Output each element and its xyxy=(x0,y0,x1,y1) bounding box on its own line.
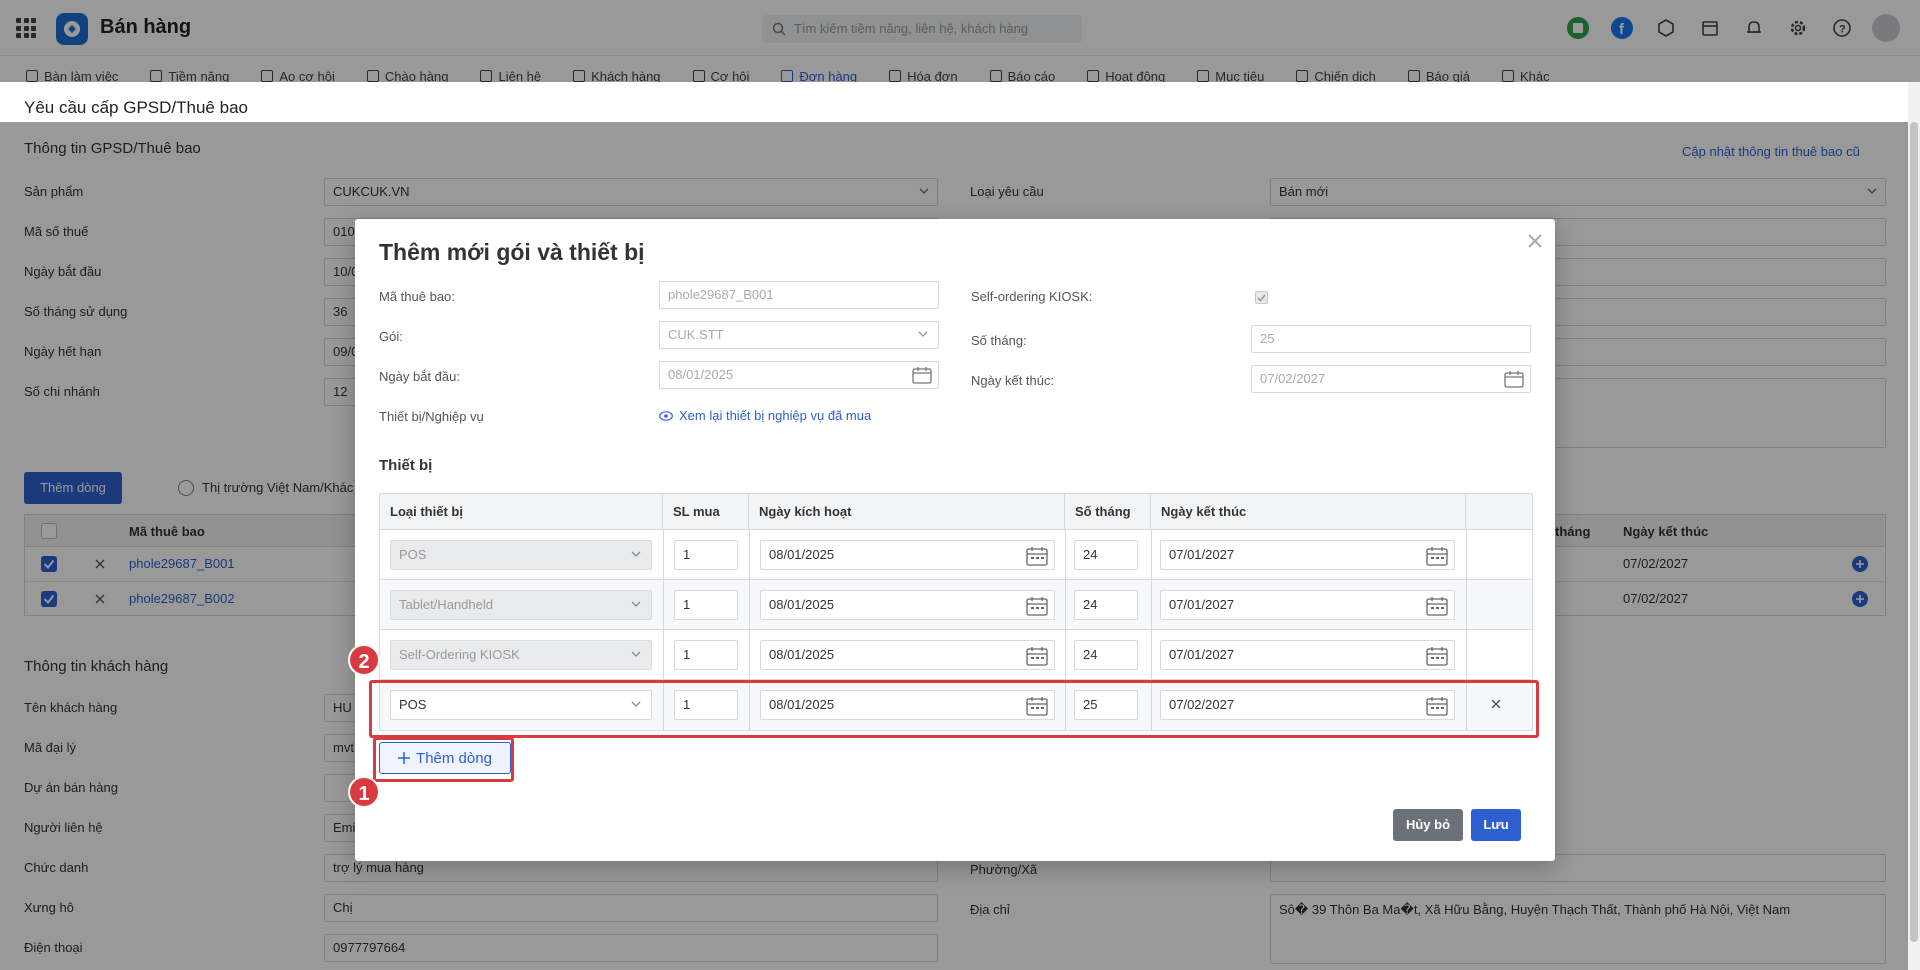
chevron-down-icon xyxy=(918,331,928,337)
end-date-value: 07/01/2027 xyxy=(1169,597,1235,612)
col-end-date: Ngày kết thúc xyxy=(1151,494,1466,530)
col-device-type: Loại thiết bị xyxy=(380,494,663,530)
kiosk-checkbox xyxy=(1255,291,1268,304)
scrollbar-thumb[interactable] xyxy=(1910,122,1918,942)
start-date-input: 08/01/2025 xyxy=(659,361,939,389)
device-row: POS 1 08/01/2025 24 07/01/2027 xyxy=(380,530,1532,580)
add-package-modal: Thêm mới gói và thiết bị Mã thuê bao: ph… xyxy=(355,219,1555,861)
end-date-value: 07/01/2027 xyxy=(1169,547,1235,562)
calendar-icon xyxy=(912,367,932,384)
end-date-input[interactable]: 07/01/2027 xyxy=(1160,540,1455,570)
start-date-value: 08/01/2025 xyxy=(668,367,734,382)
col-activate-date: Ngày kích hoạt xyxy=(749,494,1065,530)
activate-date-input[interactable]: 08/01/2025 xyxy=(760,540,1055,570)
calendar-icon[interactable] xyxy=(1026,646,1048,666)
step-badge-1: 1 xyxy=(348,776,380,808)
device-row: Tablet/Handheld 1 08/01/2025 24 07/01/2027 xyxy=(380,580,1532,630)
modal-title: Thêm mới gói và thiết bị xyxy=(379,239,645,265)
view-devices-text: Xem lại thiết bị nghiệp vụ đã mua xyxy=(679,408,872,423)
highlight-new-row xyxy=(369,680,1539,738)
qty-input[interactable]: 1 xyxy=(674,540,738,570)
device-type-select: Self-Ordering KIOSK xyxy=(390,640,652,670)
calendar-icon[interactable] xyxy=(1426,546,1448,566)
end-date-input[interactable]: 07/01/2027 xyxy=(1160,590,1455,620)
eye-icon xyxy=(659,410,673,421)
view-devices-link[interactable]: Xem lại thiết bị nghiệp vụ đã mua xyxy=(659,408,871,423)
kiosk-label: Self-ordering KIOSK: xyxy=(971,289,1093,304)
end-date-label: Ngày kết thúc: xyxy=(971,373,1055,388)
chevron-down-icon xyxy=(631,651,641,657)
qty-input[interactable]: 1 xyxy=(674,590,738,620)
device-type-value: POS xyxy=(399,547,427,562)
activate-date-value: 08/01/2025 xyxy=(769,547,835,562)
device-label: Thiết bị/Nghiệp vụ xyxy=(379,409,484,424)
chevron-down-icon xyxy=(631,551,641,557)
months-cell-input[interactable]: 24 xyxy=(1074,540,1138,570)
device-type-select: Tablet/Handheld xyxy=(390,590,652,620)
end-date-value: 07/01/2027 xyxy=(1169,647,1235,662)
cancel-button[interactable]: Hủy bỏ xyxy=(1393,809,1463,841)
end-date-input: 07/02/2027 xyxy=(1251,365,1531,393)
package-label: Gói: xyxy=(379,329,403,344)
months-cell-input[interactable]: 24 xyxy=(1074,640,1138,670)
activate-date-value: 08/01/2025 xyxy=(769,597,835,612)
page-scrollbar[interactable] xyxy=(1908,82,1920,970)
calendar-icon[interactable] xyxy=(1026,596,1048,616)
chevron-down-icon xyxy=(631,601,641,607)
highlight-add-row xyxy=(373,737,514,782)
activate-date-input[interactable]: 08/01/2025 xyxy=(760,590,1055,620)
months-cell-input[interactable]: 24 xyxy=(1074,590,1138,620)
end-date-value: 07/02/2027 xyxy=(1260,371,1326,386)
device-row: Self-Ordering KIOSK 1 08/01/2025 24 07/01/20… xyxy=(380,630,1532,680)
calendar-icon[interactable] xyxy=(1026,546,1048,566)
step-badge-2: 2 xyxy=(348,644,380,676)
qty-input[interactable]: 1 xyxy=(674,640,738,670)
activate-date-input[interactable]: 08/01/2025 xyxy=(760,640,1055,670)
calendar-icon[interactable] xyxy=(1426,596,1448,616)
package-select: CUK.STT xyxy=(659,321,939,349)
package-value: CUK.STT xyxy=(668,327,724,342)
months-input: 25 xyxy=(1251,325,1531,353)
page-title-overlay: Yêu cầu cấp GPSD/Thuê bao xyxy=(24,98,248,117)
months-label: Số tháng: xyxy=(971,333,1027,348)
subscriber-label: Mã thuê bao: xyxy=(379,289,455,304)
device-type-select: POS xyxy=(390,540,652,570)
calendar-icon xyxy=(1504,371,1524,388)
device-table-title: Thiết bị xyxy=(379,457,433,474)
start-date-label: Ngày bắt đầu: xyxy=(379,369,460,384)
end-date-input[interactable]: 07/01/2027 xyxy=(1160,640,1455,670)
save-button[interactable]: Lưu xyxy=(1471,809,1521,841)
device-table-header: Loại thiết bị SL mua Ngày kích hoạt Số t… xyxy=(380,494,1532,530)
close-icon[interactable] xyxy=(1525,231,1545,251)
subscriber-input: phole29687_B001 xyxy=(659,281,939,309)
device-type-value: Self-Ordering KIOSK xyxy=(399,647,520,662)
page-title-bar: Yêu cầu cấp GPSD/Thuê bao xyxy=(0,82,1908,122)
col-qty: SL mua xyxy=(663,494,749,530)
activate-date-value: 08/01/2025 xyxy=(769,647,835,662)
device-type-value: Tablet/Handheld xyxy=(399,597,493,612)
col-months: Số tháng xyxy=(1065,494,1151,530)
calendar-icon[interactable] xyxy=(1426,646,1448,666)
